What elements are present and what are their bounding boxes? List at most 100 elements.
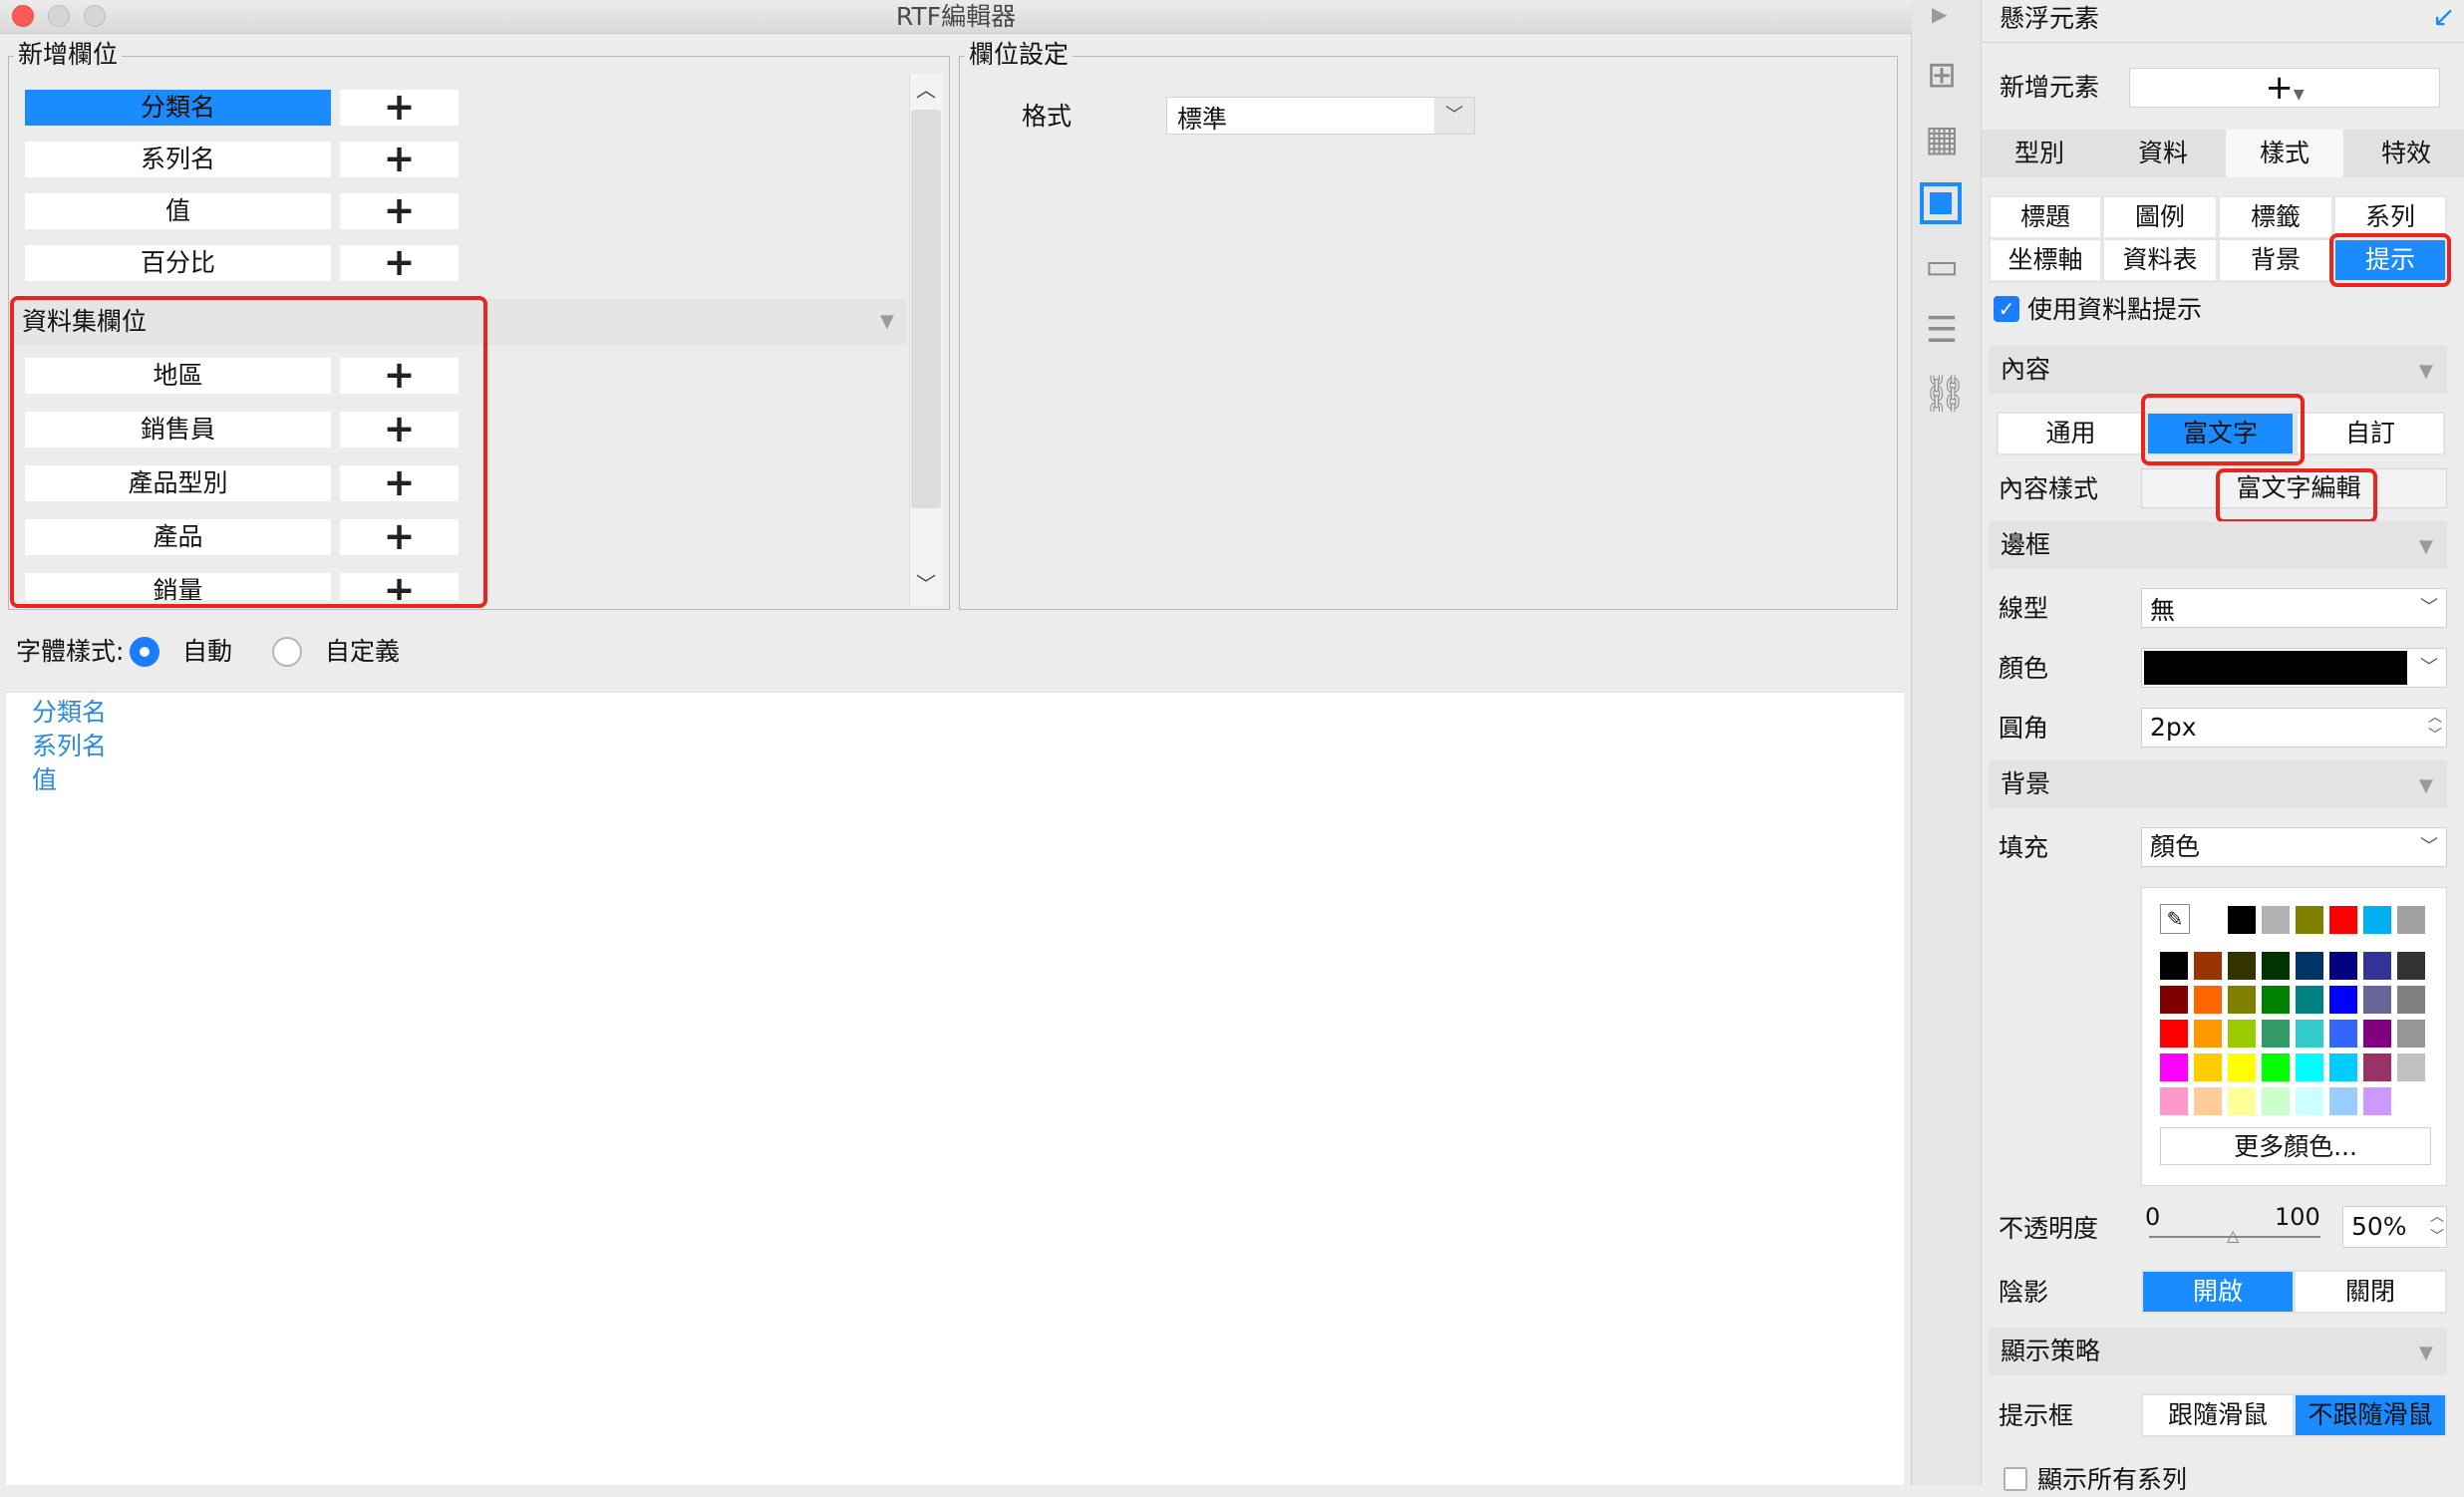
editor-line-value[interactable]: 值 (32, 763, 57, 797)
stepper-arrows-icon[interactable]: ︿ ﹀ (2430, 1207, 2444, 1247)
shadow-off-button[interactable]: 關閉 (2296, 1272, 2445, 1312)
add-value-button[interactable]: + (340, 191, 459, 229)
collapse-arrow-icon[interactable]: ▼ (2419, 536, 2433, 557)
palette-color-swatch[interactable] (2160, 1087, 2188, 1115)
not-follow-mouse-button[interactable]: 不跟隨滑鼠 (2296, 1395, 2445, 1435)
palette-color-swatch[interactable] (2363, 986, 2391, 1014)
border-color-picker[interactable]: ﹀ (2141, 648, 2447, 688)
palette-color-swatch[interactable] (2228, 952, 2256, 980)
stepper-arrows-icon[interactable]: ︿ ﹀ (2428, 709, 2442, 745)
palette-color-swatch[interactable] (2160, 986, 2188, 1014)
pin-arrow-icon[interactable]: ↙ (2432, 0, 2455, 33)
recent-color-swatch[interactable] (2397, 906, 2425, 934)
list-icon[interactable]: ☰ (1922, 311, 1962, 351)
subtab-title[interactable]: 標題 (1991, 197, 2100, 237)
opacity-input[interactable]: 50% ︿ ﹀ (2342, 1206, 2447, 1248)
line-type-select[interactable]: 無 ﹀ (2141, 588, 2447, 628)
layout-icon[interactable]: ⊞ (1922, 56, 1962, 96)
subtab-series[interactable]: 系列 (2335, 197, 2445, 237)
palette-color-swatch[interactable] (2262, 1020, 2290, 1048)
opacity-slider-thumb[interactable]: △ (2227, 1226, 2239, 1245)
add-series-button[interactable]: + (340, 140, 459, 177)
display-section-header[interactable]: 顯示策略 (1989, 1328, 2447, 1375)
collapse-arrow-icon[interactable]: ▼ (2419, 1343, 2433, 1363)
shadow-on-button[interactable]: 開啟 (2143, 1272, 2293, 1312)
palette-color-swatch[interactable] (2296, 1020, 2323, 1048)
tab-data[interactable]: 資料 (2105, 130, 2221, 177)
palette-color-swatch[interactable] (2296, 1087, 2323, 1115)
recent-color-swatch[interactable] (2363, 906, 2391, 934)
palette-color-swatch[interactable] (2262, 1087, 2290, 1115)
collapse-arrow-icon[interactable]: ▼ (2419, 775, 2433, 796)
link-icon[interactable]: ⛓ (1922, 375, 1968, 415)
palette-color-swatch[interactable] (2329, 986, 2357, 1014)
palette-color-swatch[interactable] (2296, 952, 2323, 980)
editor-line-category[interactable]: 分類名 (32, 696, 107, 730)
recent-color-swatch[interactable] (2228, 906, 2256, 934)
tab-effects[interactable]: 特效 (2348, 130, 2464, 177)
editor-line-series[interactable]: 系列名 (32, 730, 107, 763)
radius-input[interactable]: 2px ︿ ﹀ (2141, 708, 2447, 748)
font-style-custom-radio[interactable] (272, 637, 302, 667)
subtab-axis[interactable]: 坐標軸 (1991, 240, 2100, 280)
background-section-header[interactable]: 背景 (1989, 760, 2447, 808)
palette-color-swatch[interactable] (2329, 1053, 2357, 1081)
palette-color-swatch[interactable] (2160, 1053, 2188, 1081)
scroll-down-arrow-icon[interactable]: ﹀ (909, 568, 943, 598)
recent-color-swatch[interactable] (2329, 906, 2357, 934)
palette-color-swatch[interactable] (2228, 1020, 2256, 1048)
format-select[interactable]: 標準 ﹀ (1166, 97, 1475, 135)
palette-color-swatch[interactable] (2363, 952, 2391, 980)
field-button-percent[interactable]: 百分比 (25, 245, 331, 281)
show-all-series-checkbox[interactable] (2003, 1467, 2027, 1491)
scroll-thumb[interactable] (911, 110, 941, 508)
subtab-legend[interactable]: 圖例 (2104, 197, 2216, 237)
palette-color-swatch[interactable] (2397, 1053, 2425, 1081)
palette-color-swatch[interactable] (2228, 1087, 2256, 1115)
content-section-header[interactable]: 內容 (1989, 346, 2447, 394)
palette-color-swatch[interactable] (2194, 952, 2222, 980)
scroll-up-arrow-icon[interactable]: ︿ (909, 74, 943, 104)
palette-color-swatch[interactable] (2262, 1053, 2290, 1081)
palette-color-swatch[interactable] (2329, 952, 2357, 980)
content-mode-general[interactable]: 通用 (1999, 414, 2143, 453)
widget-icon[interactable]: ▭ (1922, 247, 1962, 287)
palette-color-swatch[interactable] (2363, 1020, 2391, 1048)
palette-color-swatch[interactable] (2397, 1020, 2425, 1048)
collapse-arrow-icon[interactable]: ▼ (2419, 361, 2433, 382)
tab-style[interactable]: 樣式 (2226, 130, 2343, 177)
palette-color-swatch[interactable] (2262, 952, 2290, 980)
add-element-button[interactable]: +▼ (2129, 68, 2440, 108)
palette-color-swatch[interactable] (2160, 1020, 2188, 1048)
palette-color-swatch[interactable] (2262, 986, 2290, 1014)
palette-color-swatch[interactable] (2397, 952, 2425, 980)
field-button-series[interactable]: 系列名 (25, 142, 331, 177)
palette-color-swatch[interactable] (2296, 1053, 2323, 1081)
palette-color-swatch[interactable] (2397, 1087, 2425, 1115)
subtab-label[interactable]: 標籤 (2220, 197, 2331, 237)
show-all-series-label[interactable]: 顯示所有系列 (2037, 1463, 2187, 1497)
palette-color-swatch[interactable] (2194, 1053, 2222, 1081)
use-tooltip-label[interactable]: 使用資料點提示 (2027, 293, 2202, 327)
palette-color-swatch[interactable] (2194, 986, 2222, 1014)
table-info-icon[interactable]: ▦ (1922, 120, 1962, 159)
content-mode-custom[interactable]: 自訂 (2298, 414, 2443, 453)
palette-color-swatch[interactable] (2296, 986, 2323, 1014)
palette-color-swatch[interactable] (2329, 1087, 2357, 1115)
tab-type[interactable]: 型別 (1982, 130, 2097, 177)
palette-color-swatch[interactable] (2329, 1020, 2357, 1048)
font-style-auto-radio[interactable] (130, 637, 159, 667)
palette-color-swatch[interactable] (2194, 1020, 2222, 1048)
recent-color-swatch[interactable] (2262, 906, 2290, 934)
palette-color-swatch[interactable] (2228, 1053, 2256, 1081)
palette-color-swatch[interactable] (2194, 1087, 2222, 1115)
more-colors-button[interactable]: 更多顏色... (2160, 1127, 2431, 1165)
fill-select[interactable]: 顏色 ﹀ (2141, 827, 2447, 867)
subtab-background[interactable]: 背景 (2220, 240, 2331, 280)
field-button-category[interactable]: 分類名 (25, 90, 331, 126)
follow-mouse-button[interactable]: 跟隨滑鼠 (2143, 1395, 2293, 1435)
use-tooltip-checkbox[interactable]: ✓ (1994, 296, 2019, 322)
add-percent-button[interactable]: + (340, 243, 459, 281)
eyedropper-icon[interactable]: ✎ (2160, 904, 2190, 934)
palette-color-swatch[interactable] (2363, 1053, 2391, 1081)
